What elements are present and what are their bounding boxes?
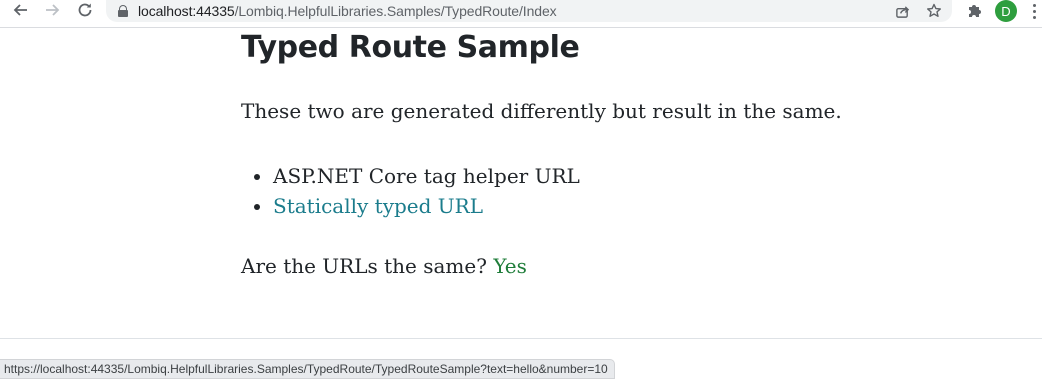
reload-button[interactable] [73,1,97,23]
tag-helper-url-text: ASP.NET Core tag helper URL [273,164,580,188]
reload-icon [77,2,93,23]
kebab-menu-icon[interactable] [1028,1,1040,21]
question-text: Are the URLs the same? [241,254,487,278]
url-host: localhost:44335 [138,3,235,19]
back-button[interactable] [8,1,32,23]
forward-button[interactable] [41,1,65,23]
bookmark-star-icon[interactable] [924,1,944,21]
status-bar-url: https://localhost:44335/Lombiq.HelpfulLi… [0,359,615,379]
answer-text: Yes [493,254,527,278]
lock-icon[interactable] [118,5,128,17]
footer-divider [0,338,1042,339]
comparison-question: Are the URLs the same? Yes [241,254,527,278]
intro-text: These two are generated differently but … [241,99,842,123]
profile-avatar[interactable]: D [995,0,1017,22]
list-item: Statically typed URL [273,191,580,221]
share-icon[interactable] [892,1,912,21]
url-text[interactable]: localhost:44335/Lombiq.HelpfulLibraries.… [138,3,557,19]
extensions-puzzle-icon[interactable] [963,1,985,21]
page-title: Typed Route Sample [241,30,580,65]
list-item: ASP.NET Core tag helper URL [273,161,580,191]
url-path: /Lombiq.HelpfulLibraries.Samples/TypedRo… [234,3,557,19]
browser-toolbar: localhost:44335/Lombiq.HelpfulLibraries.… [0,0,1042,28]
statically-typed-url-link[interactable]: Statically typed URL [273,194,483,218]
address-bar[interactable]: localhost:44335/Lombiq.HelpfulLibraries.… [106,0,952,22]
arrow-right-icon [45,2,61,23]
url-list: ASP.NET Core tag helper URL Statically t… [241,161,580,221]
arrow-left-icon [12,2,28,23]
